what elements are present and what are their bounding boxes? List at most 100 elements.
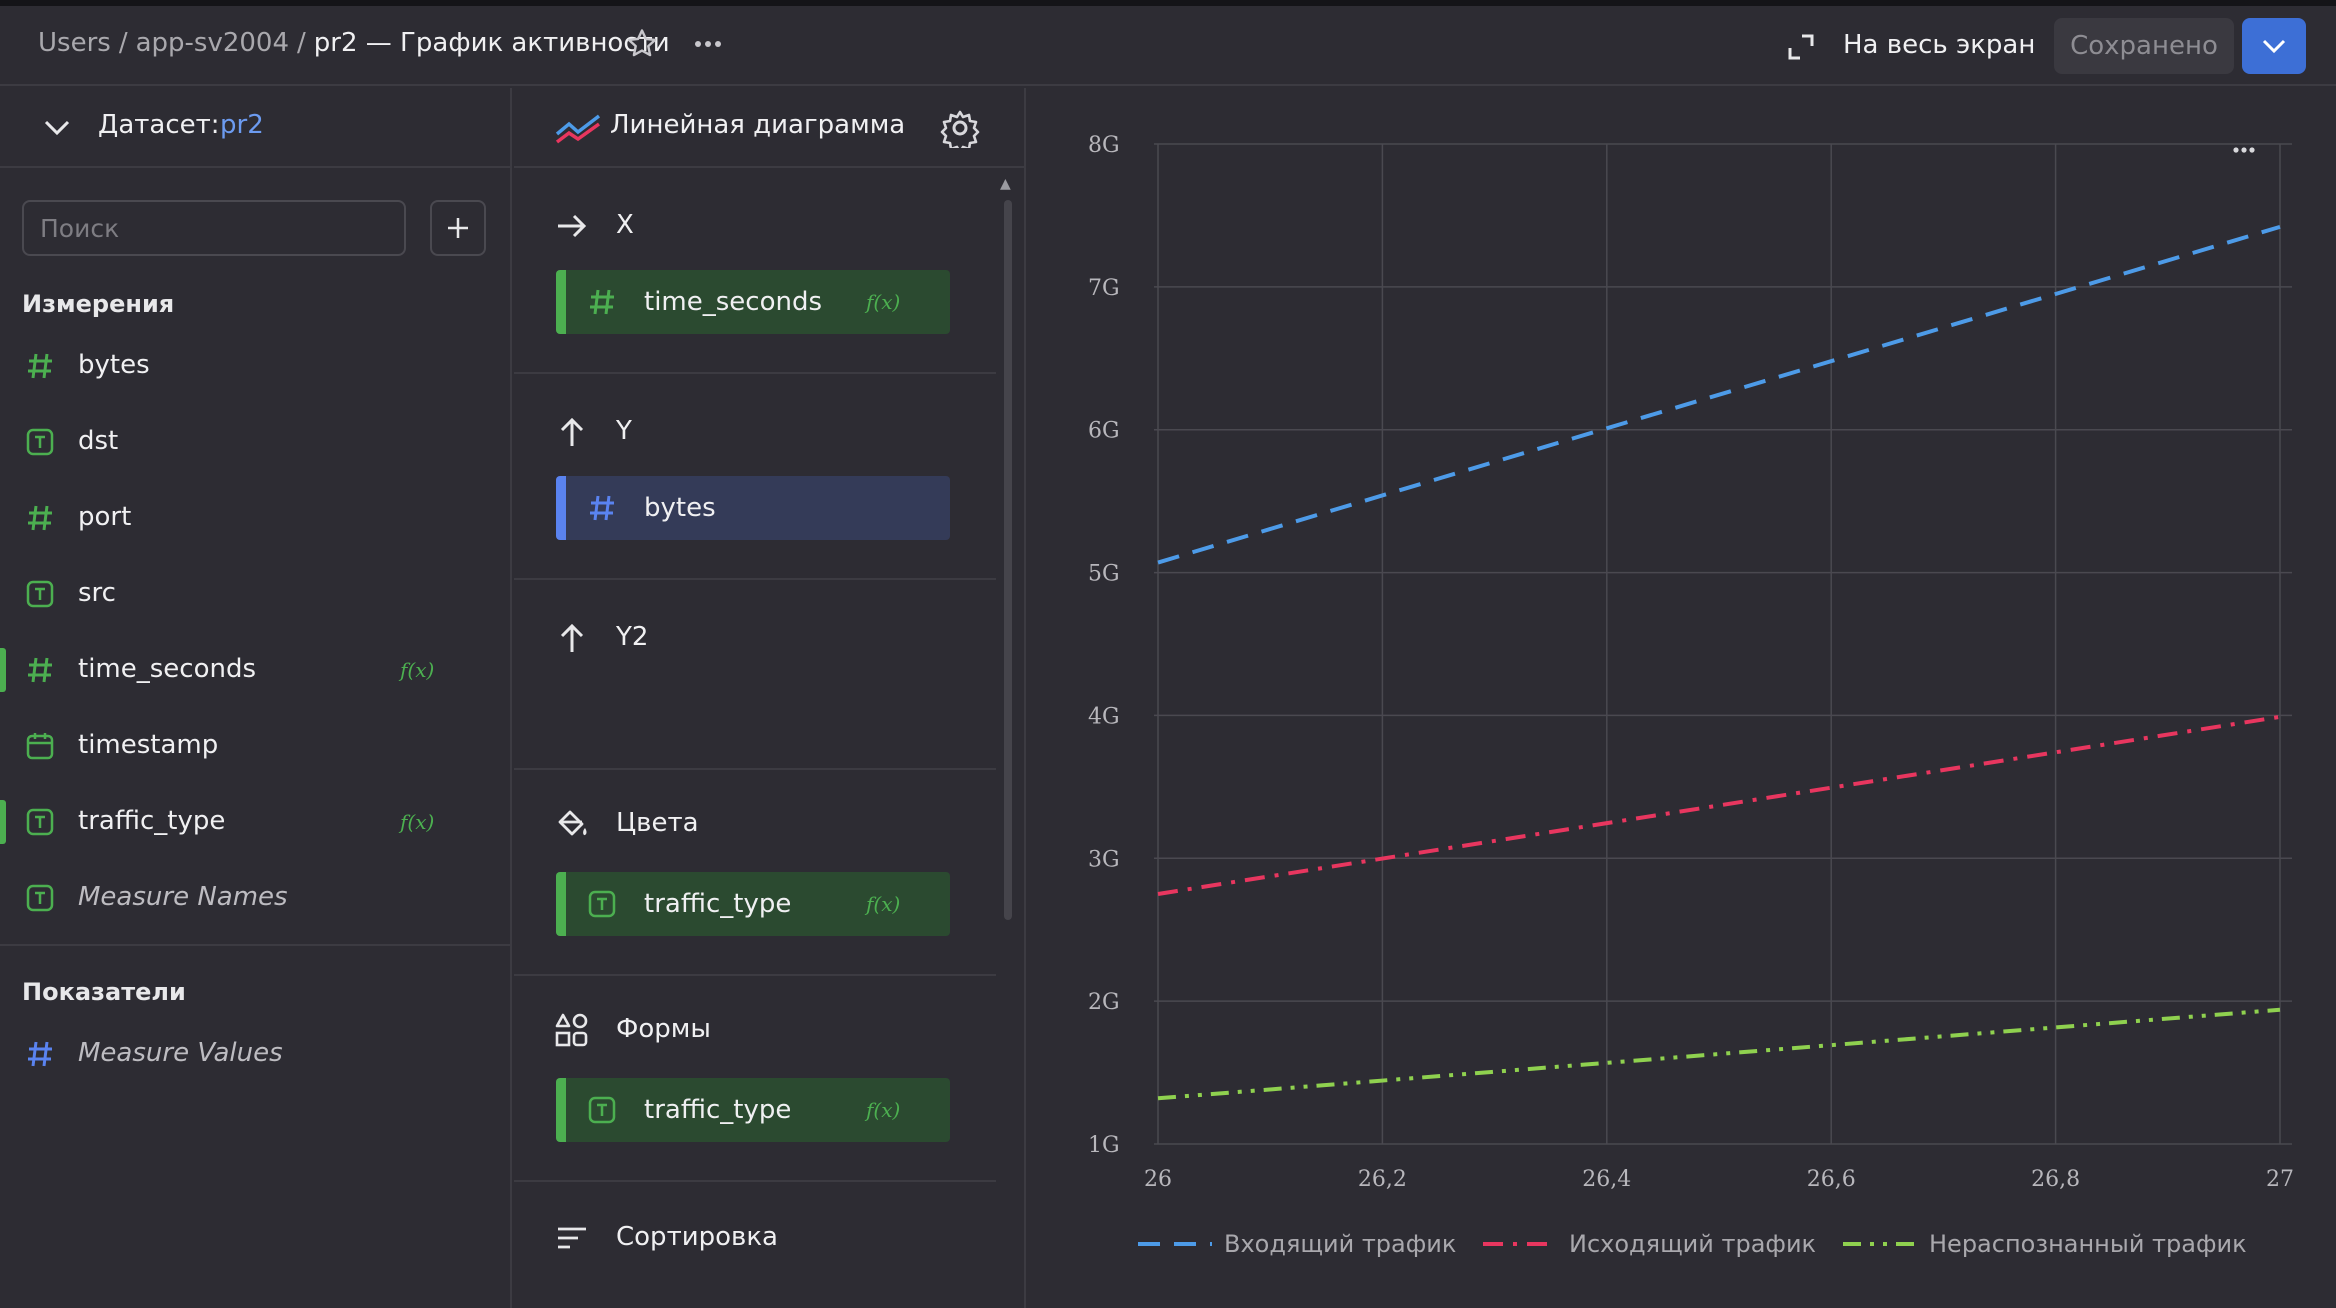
number-type-icon — [28, 505, 52, 531]
y-tick-label: 1G — [1088, 1133, 1120, 1158]
add-field-button[interactable] — [430, 200, 486, 256]
shapes-field-chip[interactable]: traffic_type f(x) — [556, 1078, 950, 1142]
chart-type-label: Линейная диаграмма — [610, 110, 906, 140]
divider — [514, 578, 996, 580]
text-type-icon — [26, 428, 54, 456]
chevron-down-icon[interactable] — [42, 116, 72, 140]
chip-label: traffic_type — [644, 889, 792, 919]
wizard-panel: Линейная диаграмма ▲ X time_seconds f(x)… — [514, 88, 1026, 1308]
line-chart-icon — [555, 114, 601, 144]
arrow-right-icon — [558, 214, 587, 238]
field-label: dst — [78, 426, 119, 456]
y-tick-label: 5G — [1088, 562, 1120, 587]
x-tick-label: 26,2 — [1358, 1167, 1407, 1192]
number-type-icon — [590, 289, 614, 315]
number-type-icon — [590, 495, 614, 521]
scrollbar[interactable] — [1004, 200, 1012, 920]
formula-icon: f(x) — [400, 658, 435, 682]
saved-button[interactable]: Сохранено — [2054, 18, 2234, 74]
search-input[interactable] — [22, 200, 406, 256]
more-options-icon[interactable] — [690, 26, 726, 62]
x-tick-label: 26,4 — [1582, 1167, 1631, 1192]
field-item-bytes[interactable]: bytes — [0, 336, 510, 396]
divider — [514, 372, 996, 374]
field-item-src[interactable]: src — [0, 564, 510, 624]
field-label: Measure Names — [78, 882, 288, 912]
text-type-icon — [588, 890, 616, 918]
colors-field-chip[interactable]: traffic_type f(x) — [556, 872, 950, 936]
fullscreen-icon[interactable] — [1786, 32, 1816, 62]
arrow-up-icon — [560, 417, 584, 446]
field-item-timestamp[interactable]: timestamp — [0, 716, 510, 776]
chip-accent-bar — [556, 476, 566, 540]
field-label: bytes — [78, 350, 150, 380]
x-tick-label: 26,8 — [2031, 1167, 2080, 1192]
breadcrumb-item-folder[interactable]: app-sv2004 — [136, 28, 289, 58]
dataset-panel: Датасет: pr2 Измерения bytes dst port sr… — [0, 88, 512, 1308]
field-item-time-seconds[interactable]: time_seconds f(x) — [0, 640, 510, 700]
save-menu-button[interactable] — [2242, 18, 2306, 74]
series-line-1 — [1157, 224, 2281, 565]
used-field-marker — [0, 648, 6, 692]
dataset-header[interactable]: Датасет: pr2 — [0, 88, 510, 168]
section-label: Сортировка — [616, 1222, 778, 1252]
breadcrumb-separator: / — [118, 28, 128, 58]
field-item-measure-values[interactable]: Measure Values — [0, 1024, 510, 1084]
formula-icon: f(x) — [866, 1098, 901, 1122]
legend-item-label: Нераспознанный трафик — [1929, 1230, 2247, 1258]
scroll-up-icon[interactable]: ▲ — [1000, 176, 1011, 192]
series-line-3 — [1157, 1007, 2281, 1101]
used-field-marker — [0, 800, 6, 844]
y-tick-label: 7G — [1088, 276, 1120, 301]
chart-menu-icon[interactable] — [2226, 140, 2266, 160]
field-label: port — [78, 502, 132, 532]
header: Users / app-sv2004/pr2 — График активности… — [0, 6, 2336, 86]
fullscreen-button[interactable]: На весь экран — [1843, 30, 2035, 60]
y-field-chip[interactable]: bytes — [556, 476, 950, 540]
x-field-chip[interactable]: time_seconds f(x) — [556, 270, 950, 334]
divider — [514, 1180, 996, 1182]
field-item-dst[interactable]: dst — [0, 412, 510, 472]
chart-type-selector[interactable]: Линейная диаграмма — [514, 88, 1024, 168]
field-label: timestamp — [78, 730, 219, 760]
breadcrumb: Users / app-sv2004/pr2 — График активности — [38, 28, 670, 58]
y-tick-label: 4G — [1088, 704, 1120, 729]
field-item-measure-names[interactable]: Measure Names — [0, 868, 510, 928]
calendar-icon — [26, 733, 54, 760]
sort-icon — [558, 1227, 586, 1249]
formula-icon: f(x) — [866, 892, 901, 916]
number-type-icon — [28, 1041, 52, 1067]
paint-bucket-icon — [558, 810, 587, 836]
page-title: pr2 — График активности — [313, 28, 670, 58]
chevron-down-icon — [2262, 39, 2286, 54]
breadcrumb-separator: / — [297, 28, 306, 58]
text-type-icon — [588, 1096, 616, 1124]
favorite-star-icon[interactable] — [624, 26, 660, 62]
field-item-port[interactable]: port — [0, 488, 510, 548]
x-tick-label: 26 — [1144, 1167, 1172, 1192]
chip-label: bytes — [644, 493, 716, 523]
dataset-label: Датасет: — [98, 110, 220, 140]
gear-icon[interactable] — [940, 108, 980, 148]
breadcrumb-item-users[interactable]: Users — [38, 28, 111, 58]
line-chart: 1G 2G 3G 4G 5G 6G 7G 8G 26 26,2 26,4 26,6 26,8 27 Вход… — [1088, 133, 2294, 1258]
field-label: traffic_type — [78, 806, 226, 836]
chip-accent-bar — [556, 872, 566, 936]
number-type-icon — [28, 353, 52, 379]
measures-title: Показатели — [22, 978, 186, 1006]
y-tick-label: 8G — [1088, 133, 1120, 158]
x-tick-label: 27 — [2266, 1167, 2294, 1192]
section-label: Цвета — [616, 808, 699, 838]
chip-accent-bar — [556, 270, 566, 334]
chip-label: traffic_type — [644, 1095, 792, 1125]
text-type-icon — [26, 580, 54, 608]
section-label: X — [616, 210, 634, 240]
field-item-traffic-type[interactable]: traffic_type f(x) — [0, 792, 510, 852]
field-label: time_seconds — [78, 654, 257, 684]
field-label: Measure Values — [78, 1038, 283, 1068]
dimensions-title: Измерения — [22, 290, 175, 318]
dataset-name-link[interactable]: pr2 — [220, 110, 264, 140]
chip-accent-bar — [556, 1078, 566, 1142]
y-tick-label: 6G — [1088, 419, 1120, 444]
y-tick-label: 2G — [1088, 990, 1120, 1015]
